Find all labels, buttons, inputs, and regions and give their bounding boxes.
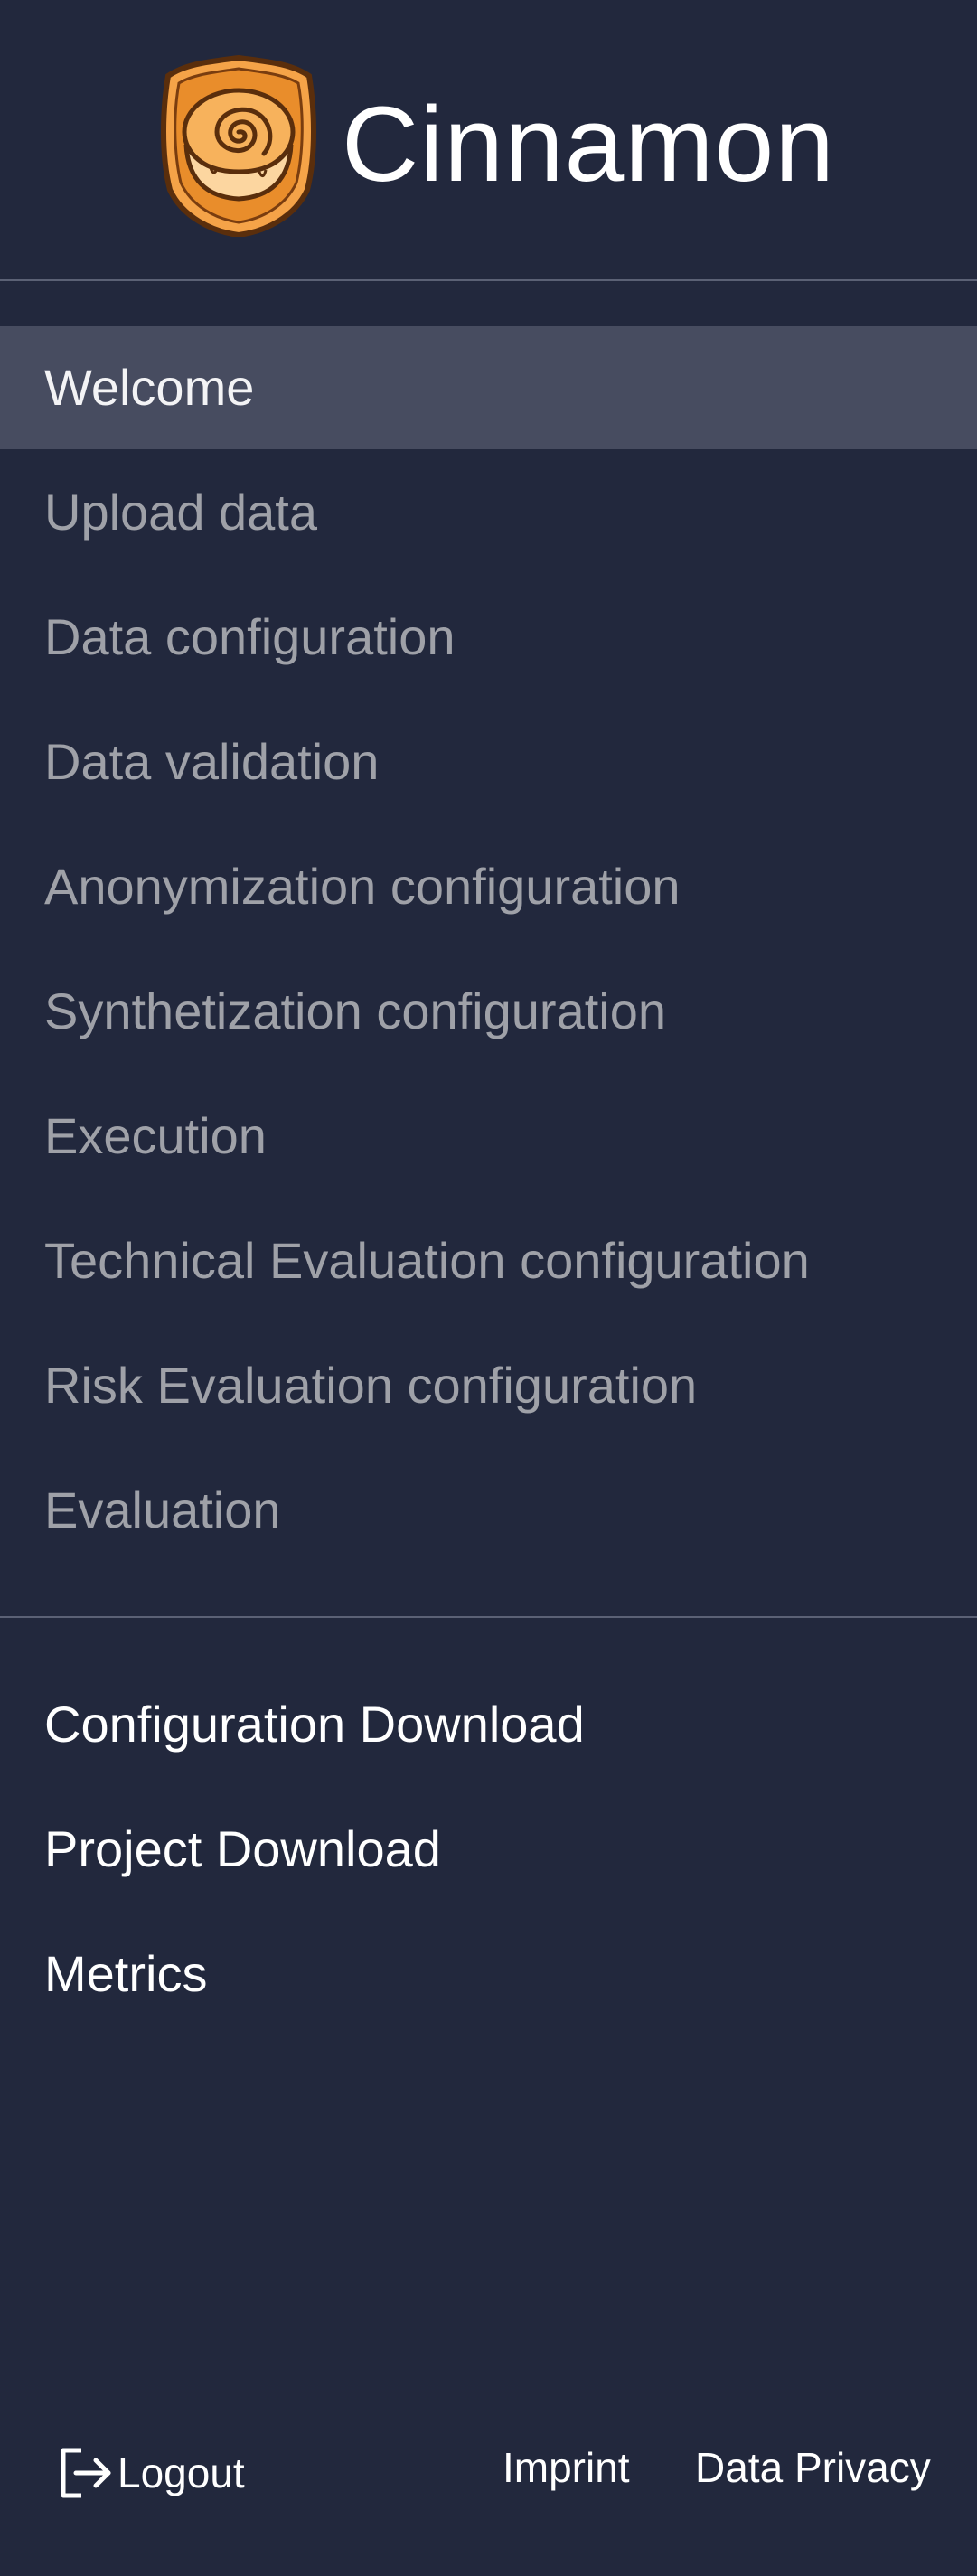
project-download-link[interactable]: Project Download (0, 1788, 977, 1911)
nav-item-evaluation[interactable]: Evaluation (0, 1449, 977, 1572)
logout-label: Logout (117, 2449, 245, 2496)
nav-item-execution[interactable]: Execution (0, 1075, 977, 1198)
imprint-link[interactable]: Imprint (503, 2440, 630, 2495)
data-privacy-link[interactable]: Data Privacy (695, 2440, 931, 2495)
nav-item-technical-evaluation-configuration[interactable]: Technical Evaluation configuration (0, 1199, 977, 1322)
brand-header: Cinnamon (0, 0, 977, 280)
nav-item-synthetization-configuration[interactable]: Synthetization configuration (0, 950, 977, 1073)
app-name: Cinnamon (342, 85, 835, 204)
sidebar: Cinnamon Welcome Upload data Data config… (0, 0, 977, 2576)
logout-button[interactable]: Logout (58, 2444, 245, 2502)
nav-item-data-configuration[interactable]: Data configuration (0, 576, 977, 699)
nav-divider (0, 1616, 977, 1618)
nav-item-welcome[interactable]: Welcome (0, 326, 977, 449)
header-divider (0, 279, 977, 281)
metrics-link[interactable]: Metrics (0, 1913, 977, 2035)
nav-item-risk-evaluation-configuration[interactable]: Risk Evaluation configuration (0, 1324, 977, 1447)
logout-icon (61, 2448, 111, 2498)
configuration-download-link[interactable]: Configuration Download (0, 1663, 977, 1786)
cinnamon-roll-logo (161, 54, 316, 237)
nav-item-data-validation[interactable]: Data validation (0, 700, 977, 823)
nav-item-anonymization-configuration[interactable]: Anonymization configuration (0, 825, 977, 948)
nav-item-upload-data[interactable]: Upload data (0, 451, 977, 574)
